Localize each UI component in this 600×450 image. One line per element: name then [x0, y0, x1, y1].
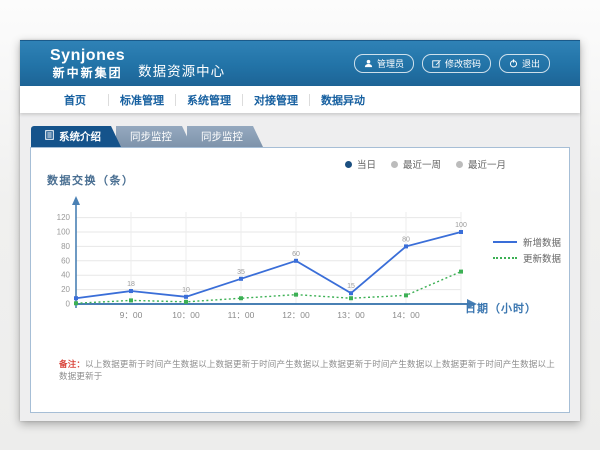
svg-text:80: 80	[402, 236, 410, 243]
solid-line-icon	[493, 241, 517, 243]
time-range-filter: 当日 最近一周 最近一月	[345, 157, 506, 171]
svg-text:0: 0	[66, 300, 71, 309]
svg-text:10: 10	[182, 287, 190, 294]
legend-item-new-data[interactable]: 新增数据	[493, 234, 569, 250]
tab-label: 同步监控	[130, 129, 172, 144]
nav-item-home[interactable]: 首页	[42, 92, 108, 108]
range-option-label: 最近一周	[403, 157, 441, 171]
footnote-text: 以上数据更新于时间产生数据以上数据更新于时间产生数据以上数据更新于时间产生数据以…	[59, 359, 555, 381]
legend-item-update-data[interactable]: 更新数据	[493, 250, 569, 266]
svg-text:13：00: 13：00	[337, 310, 365, 320]
svg-text:60: 60	[292, 251, 300, 258]
radio-unselected-icon	[391, 161, 398, 168]
app-header: Synjones 新中新集团 数据资源中心 管理员 修改密码 退出	[20, 40, 580, 86]
chart-legend: 新增数据 更新数据	[493, 234, 569, 266]
logout-button[interactable]: 退出	[499, 54, 550, 73]
brand-logo-subtext: 新中新集团	[50, 67, 125, 79]
footnote-prefix: 备注：	[59, 359, 85, 369]
range-option-last-month[interactable]: 最近一月	[456, 157, 506, 171]
range-option-last-week[interactable]: 最近一周	[391, 157, 441, 171]
x-axis-title: 日期（小时）	[465, 300, 537, 316]
radio-unselected-icon	[456, 161, 463, 168]
nav-item-interface-mgmt[interactable]: 对接管理	[243, 92, 309, 108]
svg-text:120: 120	[57, 213, 71, 222]
svg-text:14：00: 14：00	[392, 310, 420, 320]
tab-sync-monitor-1[interactable]: 同步监控	[116, 126, 192, 147]
footnote: 备注：以上数据更新于时间产生数据以上数据更新于时间产生数据以上数据更新于时间产生…	[59, 358, 555, 382]
nav-item-system-mgmt[interactable]: 系统管理	[176, 92, 242, 108]
svg-text:12：00: 12：00	[282, 310, 310, 320]
nav-item-data-change[interactable]: 数据异动	[310, 92, 376, 108]
tab-sync-monitor-2[interactable]: 同步监控	[187, 126, 263, 147]
admin-user-button[interactable]: 管理员	[354, 54, 414, 73]
range-option-today[interactable]: 当日	[345, 157, 376, 171]
svg-text:100: 100	[455, 222, 467, 229]
tab-system-intro[interactable]: 系统介绍	[31, 126, 121, 147]
content-area: 系统介绍 同步监控 同步监控 当日 最近一周	[20, 113, 580, 413]
svg-text:15: 15	[347, 283, 355, 290]
edit-icon	[432, 59, 441, 68]
svg-text:40: 40	[61, 271, 70, 280]
main-nav: 首页 标准管理 系统管理 对接管理 数据异动	[20, 86, 580, 113]
chart-panel: 当日 最近一周 最近一月 数据交换（条） 0204060801001209：00…	[30, 147, 570, 413]
app-window: Synjones 新中新集团 数据资源中心 管理员 修改密码 退出	[20, 40, 580, 421]
svg-text:60: 60	[61, 256, 70, 265]
dotted-line-icon	[493, 257, 517, 259]
power-icon	[509, 59, 518, 68]
svg-text:18: 18	[127, 281, 135, 288]
document-icon	[45, 130, 54, 143]
range-option-label: 最近一月	[468, 157, 506, 171]
page-title: 数据资源中心	[138, 60, 225, 80]
range-option-label: 当日	[357, 157, 376, 171]
svg-text:10：00: 10：00	[172, 310, 200, 320]
user-icon	[364, 59, 373, 68]
tab-label: 同步监控	[201, 129, 243, 144]
nav-item-standard-mgmt[interactable]: 标准管理	[109, 92, 175, 108]
tab-bar: 系统介绍 同步监控 同步监控	[31, 126, 570, 147]
tab-label: 系统介绍	[59, 129, 101, 144]
legend-label: 更新数据	[523, 251, 561, 265]
logout-label: 退出	[522, 57, 540, 70]
change-password-button[interactable]: 修改密码	[422, 54, 491, 73]
change-password-label: 修改密码	[445, 57, 481, 70]
svg-text:35: 35	[237, 269, 245, 276]
desktop-background: { "brand": { "logo_main": "Synjones", "l…	[0, 0, 600, 450]
svg-text:20: 20	[61, 285, 70, 294]
svg-text:9：00: 9：00	[120, 310, 143, 320]
legend-label: 新增数据	[523, 235, 561, 249]
brand-logo[interactable]: Synjones 新中新集团	[50, 48, 125, 79]
radio-selected-icon	[345, 161, 352, 168]
svg-text:100: 100	[57, 228, 71, 237]
admin-user-label: 管理员	[377, 57, 404, 70]
brand-logo-text: Synjones	[50, 48, 125, 64]
header-actions: 管理员 修改密码 退出	[354, 54, 550, 73]
svg-text:11：00: 11：00	[228, 310, 255, 320]
svg-text:80: 80	[61, 242, 70, 251]
